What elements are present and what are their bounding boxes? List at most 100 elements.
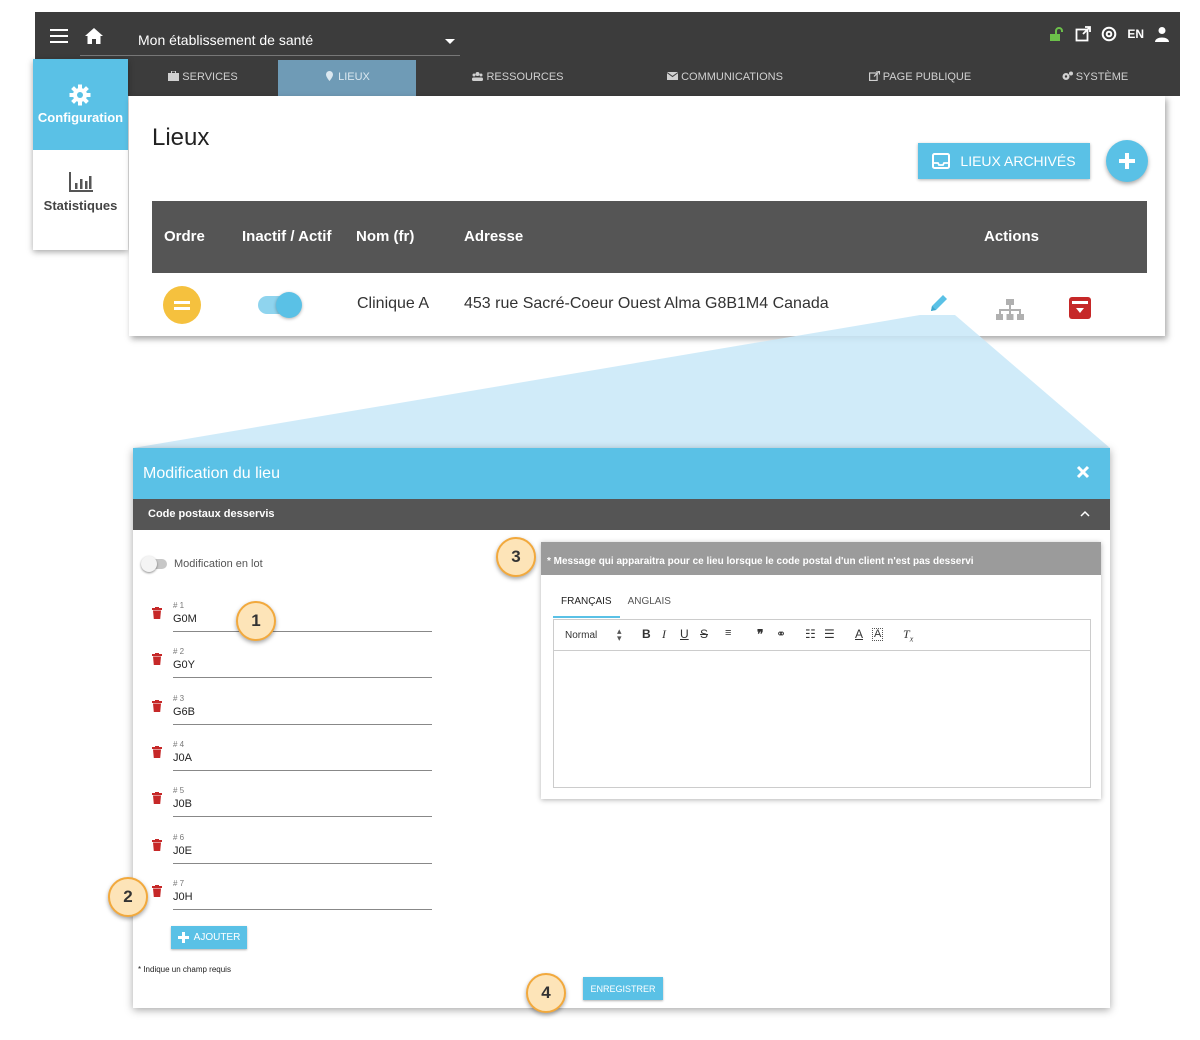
input-underline xyxy=(173,908,432,910)
chevron-down-icon[interactable] xyxy=(445,39,455,44)
step-badge-2: 2 xyxy=(108,877,148,917)
tab-communications[interactable]: COMMUNICATIONS xyxy=(620,60,830,96)
establishment-select[interactable]: Mon établissement de santé xyxy=(138,32,313,48)
tab-lieux-label: LIEUX xyxy=(338,71,370,83)
batch-edit-toggle[interactable]: Modification en lot xyxy=(141,556,263,572)
font-color-icon[interactable]: A xyxy=(855,627,863,641)
ordered-list-icon[interactable]: ☷ xyxy=(805,627,816,641)
active-toggle[interactable] xyxy=(258,292,302,318)
add-location-button[interactable] xyxy=(1106,140,1148,182)
postal-code-input[interactable]: J0H xyxy=(173,891,193,903)
trash-icon[interactable] xyxy=(152,653,162,666)
background-color-icon[interactable]: A xyxy=(872,628,884,641)
required-note: * Indique un champ requis xyxy=(138,965,231,974)
postal-code-input[interactable]: J0E xyxy=(173,845,192,857)
archived-locations-label: LIEUX ARCHIVÉS xyxy=(960,153,1076,169)
trash-icon[interactable] xyxy=(152,884,162,897)
menu-item-statistics[interactable]: Statistiques xyxy=(33,171,128,213)
align-icon[interactable]: ≡ xyxy=(725,627,731,639)
batch-edit-switch[interactable] xyxy=(141,556,167,572)
location-address: 453 rue Sacré-Coeur Ouest Alma G8B1M4 Ca… xyxy=(464,295,829,312)
postal-code-row: # 3 G6B xyxy=(152,689,432,729)
tab-communications-label: COMMUNICATIONS xyxy=(681,71,783,83)
message-editor[interactable] xyxy=(553,650,1091,788)
input-underline xyxy=(173,677,432,679)
underline-icon[interactable]: U xyxy=(680,627,689,641)
postal-codes-section-header[interactable]: Code postaux desservis xyxy=(133,499,1110,530)
tab-page-publique-label: PAGE PUBLIQUE xyxy=(882,71,972,83)
bullet-list-icon[interactable]: ☰ xyxy=(824,627,835,641)
postal-code-row: # 4 J0A xyxy=(152,735,432,775)
step-badge-4: 4 xyxy=(526,973,566,1013)
unlock-icon[interactable] xyxy=(1049,26,1065,42)
clear-format-icon[interactable]: Tx xyxy=(903,627,913,643)
tab-francais[interactable]: FRANÇAIS xyxy=(553,591,620,618)
lieux-card: Lieux LIEUX ARCHIVÉS Ordre Inactif / Act… xyxy=(129,96,1165,336)
postal-code-row: # 7 J0H xyxy=(152,874,432,914)
format-select[interactable]: Normal xyxy=(565,630,597,641)
top-app-bar: Mon établissement de santé EN xyxy=(35,12,1180,60)
close-icon[interactable] xyxy=(1074,463,1092,481)
edit-location-dialog: Modification du lieu Code postaux desser… xyxy=(133,448,1110,1008)
postal-code-input[interactable]: J0B xyxy=(173,798,192,810)
save-button[interactable]: ENREGISTRER xyxy=(583,977,663,1000)
home-icon[interactable] xyxy=(84,26,104,46)
trash-icon[interactable] xyxy=(152,838,162,851)
postal-code-input[interactable]: J0A xyxy=(173,752,192,764)
bold-icon[interactable]: B xyxy=(642,627,651,641)
users-icon xyxy=(472,72,484,81)
postal-code-index: # 3 xyxy=(173,693,185,703)
unserved-message-panel: * Message qui apparaitra pour ce lieu lo… xyxy=(541,542,1101,799)
strikethrough-icon[interactable]: S xyxy=(700,627,708,641)
format-select-arrows-icon: ▴ ▾ xyxy=(617,626,622,643)
sitemap-icon[interactable] xyxy=(995,299,1025,323)
drag-handle[interactable] xyxy=(163,286,201,324)
column-header-name: Nom (fr) xyxy=(356,228,415,245)
postal-code-row: # 2 G0Y xyxy=(152,642,432,682)
postal-code-input[interactable]: G0M xyxy=(173,613,197,625)
trash-icon[interactable] xyxy=(152,792,162,805)
archive-icon[interactable] xyxy=(1069,297,1091,319)
batch-edit-label: Modification en lot xyxy=(174,558,263,570)
tab-systeme-label: SYSTÈME xyxy=(1075,71,1129,83)
external-link-icon[interactable] xyxy=(1075,26,1092,42)
message-header: * Message qui apparaitra pour ce lieu lo… xyxy=(541,542,1101,575)
tab-page-publique[interactable]: PAGE PUBLIQUE xyxy=(830,60,1010,96)
trash-icon[interactable] xyxy=(152,607,162,619)
postal-code-index: # 6 xyxy=(173,832,185,842)
language-tabs: FRANÇAIS ANGLAIS xyxy=(553,591,679,618)
menu-item-configuration[interactable]: Configuration xyxy=(33,59,128,150)
dialog-header: Modification du lieu xyxy=(133,448,1110,499)
toggle-knob xyxy=(276,292,302,318)
input-underline xyxy=(173,816,432,818)
hamburger-menu-icon[interactable] xyxy=(50,29,68,43)
map-marker-icon xyxy=(326,71,334,81)
tab-services[interactable]: SERVICES xyxy=(128,60,278,96)
header-actions: EN xyxy=(1049,26,1170,42)
configuration-label: Configuration xyxy=(37,110,124,125)
postal-code-row: # 5 J0B xyxy=(152,781,432,821)
postal-code-input[interactable]: G0Y xyxy=(173,659,195,671)
tab-lieux[interactable]: LIEUX xyxy=(278,60,416,96)
at-sign-icon[interactable] xyxy=(1101,26,1117,42)
column-header-order: Ordre xyxy=(164,228,205,245)
tab-ressources[interactable]: RESSOURCES xyxy=(416,60,620,96)
step-badge-1: 1 xyxy=(236,601,276,641)
link-icon[interactable]: ⚭ xyxy=(776,627,786,641)
trash-icon[interactable] xyxy=(152,745,162,758)
add-button-label: AJOUTER xyxy=(193,932,241,943)
italic-icon[interactable]: I xyxy=(662,627,666,642)
postal-code-input[interactable]: G6B xyxy=(173,706,195,718)
trash-icon[interactable] xyxy=(152,699,162,712)
plus-icon xyxy=(177,932,189,943)
chevron-up-icon[interactable] xyxy=(1080,510,1090,517)
postal-code-index: # 2 xyxy=(173,647,185,657)
language-toggle[interactable]: EN xyxy=(1127,27,1144,41)
blockquote-icon[interactable]: ❞ xyxy=(757,627,763,641)
tab-systeme[interactable]: SYSTÈME xyxy=(1010,60,1180,96)
tab-anglais[interactable]: ANGLAIS xyxy=(620,591,679,618)
pencil-icon[interactable] xyxy=(928,292,950,314)
add-postal-code-button[interactable]: AJOUTER xyxy=(171,926,247,949)
user-icon[interactable] xyxy=(1154,26,1170,42)
archived-locations-button[interactable]: LIEUX ARCHIVÉS xyxy=(918,143,1090,179)
